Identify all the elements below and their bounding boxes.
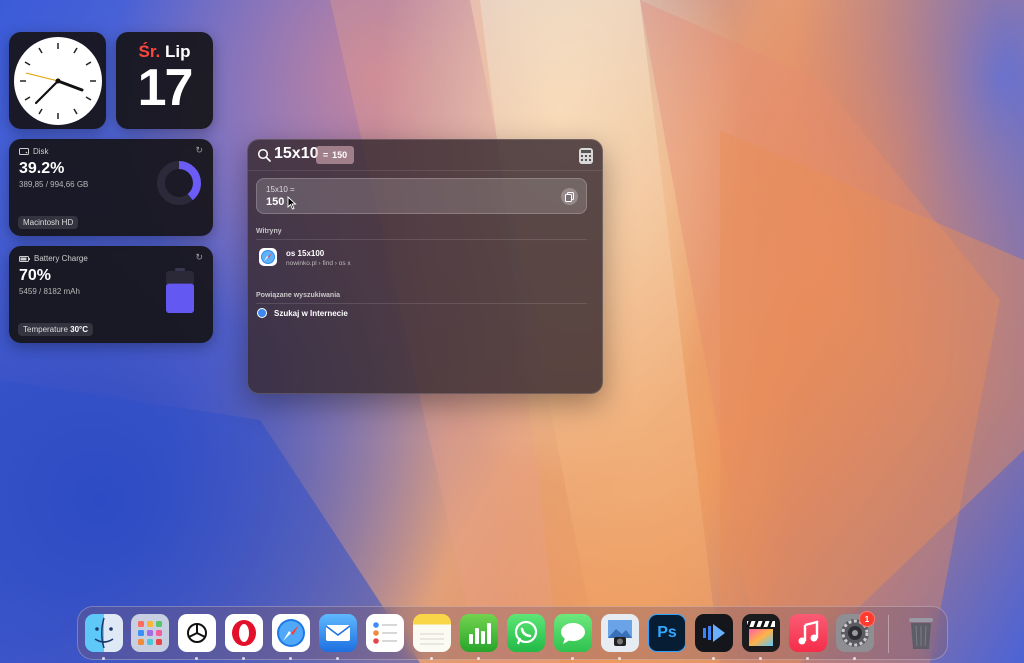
dock-whatsapp-icon[interactable] (507, 614, 545, 652)
dock-chatgpt-icon[interactable] (178, 614, 216, 652)
calendar-widget[interactable]: Śr. Lip 17 (116, 32, 213, 129)
copy-icon (565, 191, 574, 202)
battery-title-label: Battery Charge (34, 254, 88, 263)
globe-icon (257, 308, 267, 318)
web-search-result[interactable]: Szukaj w Internecie (256, 308, 587, 322)
disk-widget[interactable]: Disk ↻ 39.2% 389,85 / 994,66 GB Macintos… (9, 139, 213, 236)
dock-preview-icon[interactable] (601, 614, 639, 652)
dock-messages-icon[interactable] (554, 614, 592, 652)
dock-music-icon[interactable] (789, 614, 827, 652)
web-search-label: Szukaj w Internecie (274, 309, 348, 318)
clock-hands-icon (19, 42, 96, 119)
dock-opera-icon[interactable] (225, 614, 263, 652)
calc-value: 150 (266, 196, 285, 208)
dock-infuse-icon[interactable] (695, 614, 733, 652)
spotlight-search-bar[interactable]: 15x10 = 150 (248, 140, 602, 171)
dock-launchpad-icon[interactable] (131, 614, 169, 652)
search-input[interactable]: 15x10 (274, 145, 319, 163)
dock-numbers-icon[interactable] (460, 614, 498, 652)
dock-mail-icon[interactable] (319, 614, 357, 652)
dock-separator (888, 615, 889, 653)
calc-expression: 15x10 = (266, 185, 295, 194)
calculator-result[interactable]: 15x10 = 150 (256, 178, 587, 214)
dock: Ps (77, 606, 948, 660)
calendar-date: 17 (137, 59, 194, 117)
related-section-header: Powiązane wyszukiwania (256, 292, 587, 304)
disk-title: Disk (19, 147, 49, 156)
safari-icon (259, 248, 277, 266)
clock-face (13, 36, 102, 125)
dock-reminders-icon[interactable] (366, 614, 404, 652)
inline-result-value: 150 (332, 150, 348, 160)
site-result[interactable]: os 15x100 nowinko.pl › find › os x (256, 244, 587, 274)
search-icon (257, 148, 271, 162)
inline-result-pill: = 150 (316, 146, 354, 164)
disk-percent: 39.2% (19, 160, 65, 177)
dock-photoshop-icon[interactable]: Ps (648, 614, 686, 652)
settings-notification-badge: 1 (859, 611, 875, 627)
dock-notes-icon[interactable] (413, 614, 451, 652)
clock-widget[interactable] (9, 32, 106, 129)
temperature-label: Temperature (23, 325, 68, 334)
battery-capacity: 5459 / 8182 mAh (19, 287, 80, 296)
site-title: os 15x100 (286, 249, 325, 258)
disk-usage: 389,85 / 994,66 GB (19, 180, 89, 189)
sites-section-header: Witryny (256, 228, 587, 240)
dock-final-cut-pro-icon[interactable] (742, 614, 780, 652)
battery-small-icon (19, 255, 30, 262)
site-path: nowinko.pl › find › os x (286, 260, 351, 267)
temperature-chip: Temperature 30°C (18, 323, 94, 336)
disk-title-label: Disk (33, 147, 49, 156)
battery-percent: 70% (19, 267, 52, 284)
dock-trash-icon[interactable] (902, 614, 940, 652)
drive-label: Macintosh HD (18, 216, 79, 229)
copy-button[interactable] (561, 188, 578, 205)
dock-finder-icon[interactable] (85, 614, 123, 652)
refresh-icon[interactable]: ↻ (195, 252, 203, 263)
equals-sign: = (322, 150, 329, 160)
disk-usage-donut (157, 161, 201, 205)
mouse-cursor-icon (287, 196, 297, 210)
photoshop-label: Ps (657, 624, 677, 641)
spotlight-panel[interactable]: 15x10 = 150 15x10 = 150 Witryny os 15x10… (247, 139, 603, 394)
refresh-icon[interactable]: ↻ (195, 145, 203, 156)
drive-icon (19, 148, 29, 155)
battery-level-icon (166, 268, 194, 313)
calculator-icon (579, 148, 593, 164)
battery-title: Battery Charge (19, 254, 88, 263)
dock-safari-icon[interactable] (272, 614, 310, 652)
battery-widget[interactable]: Battery Charge ↻ 70% 5459 / 8182 mAh Tem… (9, 246, 213, 343)
temperature-value: 30°C (70, 325, 89, 334)
